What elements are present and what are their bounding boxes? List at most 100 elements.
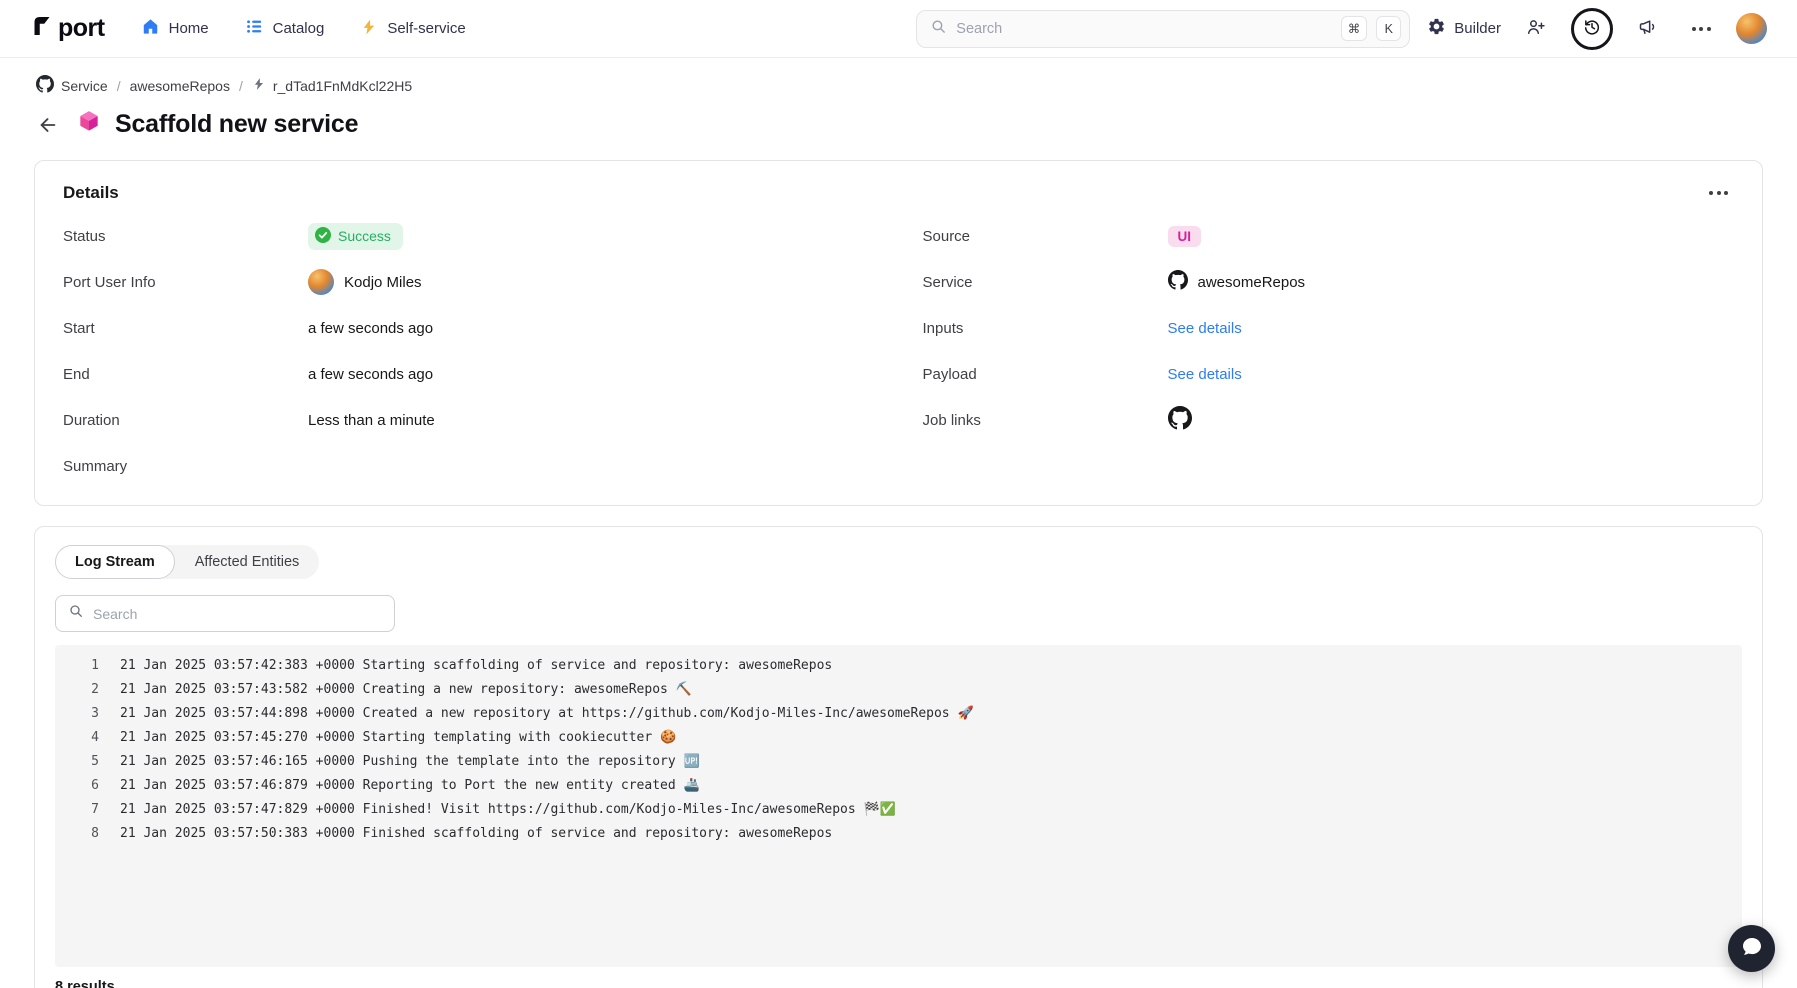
log-search[interactable] <box>55 595 395 632</box>
job-link-github-icon[interactable] <box>1168 406 1192 434</box>
log-line-number: 1 <box>55 654 99 678</box>
detail-label: Inputs <box>923 320 1168 337</box>
detail-row-job-links: Job links <box>923 397 1735 443</box>
log-line-number: 5 <box>55 750 99 774</box>
breadcrumb-service[interactable]: Service <box>36 75 108 96</box>
log-line: 121 Jan 2025 03:57:42:383 +0000 Starting… <box>55 654 1742 678</box>
log-line-text: 21 Jan 2025 03:57:46:879 +0000 Reporting… <box>99 774 700 798</box>
log-line-text: 21 Jan 2025 03:57:47:829 +0000 Finished!… <box>99 798 896 822</box>
port-logo[interactable]: port <box>30 14 105 43</box>
log-line-text: 21 Jan 2025 03:57:43:582 +0000 Creating … <box>99 678 692 702</box>
results-count: 8 results <box>55 979 1742 988</box>
user-info-name: Kodjo Miles <box>344 274 422 291</box>
tab-log-stream[interactable]: Log Stream <box>55 545 175 579</box>
ellipsis-icon <box>1709 191 1728 195</box>
home-icon <box>141 17 160 40</box>
nav-item-label: Home <box>169 20 209 37</box>
detail-label: Payload <box>923 366 1168 383</box>
page-header: Scaffold new service <box>0 96 1797 140</box>
github-icon <box>36 75 54 96</box>
lightning-icon <box>360 18 378 40</box>
log-stream-output[interactable]: 121 Jan 2025 03:57:42:383 +0000 Starting… <box>55 645 1742 967</box>
nav-item-home[interactable]: Home <box>141 17 209 40</box>
log-line: 221 Jan 2025 03:57:43:582 +0000 Creating… <box>55 678 1742 702</box>
breadcrumb-entity[interactable]: awesomeRepos <box>130 78 230 94</box>
nav-item-catalog[interactable]: Catalog <box>245 17 325 40</box>
details-left-column: Status Success Port User Info <box>63 213 875 489</box>
log-line-number: 3 <box>55 702 99 726</box>
builder-label: Builder <box>1454 20 1501 37</box>
log-line: 621 Jan 2025 03:57:46:879 +0000 Reportin… <box>55 774 1742 798</box>
details-more-button[interactable] <box>1703 185 1734 201</box>
detail-row-source: Source UI <box>923 213 1735 259</box>
port-logo-text: port <box>58 14 105 43</box>
breadcrumb-run-label: r_dTad1FnMdKcl22H5 <box>273 78 412 94</box>
search-input[interactable] <box>956 21 1332 37</box>
megaphone-icon <box>1638 17 1658 40</box>
detail-label: Duration <box>63 412 308 429</box>
log-line-text: 21 Jan 2025 03:57:45:270 +0000 Starting … <box>99 726 676 750</box>
announcements-button[interactable] <box>1630 11 1666 47</box>
log-tabs: Log Stream Affected Entities <box>55 545 319 579</box>
log-line: 321 Jan 2025 03:57:44:898 +0000 Created … <box>55 702 1742 726</box>
back-button[interactable] <box>33 110 63 140</box>
detail-row-duration: Duration Less than a minute <box>63 397 875 443</box>
builder-button[interactable]: Builder <box>1427 17 1501 40</box>
detail-label: Summary <box>63 458 308 475</box>
log-line-text: 21 Jan 2025 03:57:46:165 +0000 Pushing t… <box>99 750 700 774</box>
log-line-number: 7 <box>55 798 99 822</box>
search-icon <box>68 603 84 624</box>
runs-history-button[interactable] <box>1571 8 1613 50</box>
user-info-avatar <box>308 269 334 295</box>
log-line-number: 8 <box>55 822 99 846</box>
app-window: port Home Catalog Self-service <box>0 0 1797 988</box>
log-line-number: 6 <box>55 774 99 798</box>
log-line-text: 21 Jan 2025 03:57:44:898 +0000 Created a… <box>99 702 974 726</box>
page-title: Scaffold new service <box>115 110 358 139</box>
ellipsis-icon <box>1692 27 1711 31</box>
log-line: 521 Jan 2025 03:57:46:165 +0000 Pushing … <box>55 750 1742 774</box>
detail-value: a few seconds ago <box>308 320 433 337</box>
log-search-input[interactable] <box>93 606 382 622</box>
detail-row-summary: Summary <box>63 443 875 489</box>
breadcrumb-entity-label: awesomeRepos <box>130 78 230 94</box>
cmd-key: ⌘ <box>1341 16 1368 41</box>
breadcrumb-service-label: Service <box>61 78 108 94</box>
catalog-icon <box>245 17 264 40</box>
detail-row-status: Status Success <box>63 213 875 259</box>
breadcrumb-run[interactable]: r_dTad1FnMdKcl22H5 <box>252 77 412 94</box>
log-line-number: 2 <box>55 678 99 702</box>
log-line: 821 Jan 2025 03:57:50:383 +0000 Finished… <box>55 822 1742 846</box>
log-line: 421 Jan 2025 03:57:45:270 +0000 Starting… <box>55 726 1742 750</box>
top-navbar: port Home Catalog Self-service <box>0 0 1797 58</box>
chat-widget-button[interactable] <box>1728 925 1775 972</box>
service-name: awesomeRepos <box>1198 274 1306 291</box>
details-right-column: Source UI Service awesomeRepos Inpu <box>923 213 1735 489</box>
invite-user-button[interactable] <box>1518 11 1554 47</box>
log-line-text: 21 Jan 2025 03:57:50:383 +0000 Finished … <box>99 822 832 846</box>
user-avatar[interactable] <box>1736 13 1767 44</box>
details-title: Details <box>63 183 119 203</box>
detail-label: Service <box>923 274 1168 291</box>
global-search[interactable]: ⌘ K <box>916 10 1410 48</box>
detail-label: End <box>63 366 308 383</box>
payload-see-details-link[interactable]: See details <box>1168 366 1242 383</box>
log-line: 721 Jan 2025 03:57:47:829 +0000 Finished… <box>55 798 1742 822</box>
history-icon <box>1582 17 1602 40</box>
run-lightning-icon <box>252 77 266 94</box>
detail-row-end: End a few seconds ago <box>63 351 875 397</box>
nav-item-label: Self-service <box>387 20 465 37</box>
action-cube-icon <box>76 109 102 140</box>
more-options-button[interactable] <box>1683 11 1719 47</box>
person-plus-icon <box>1526 17 1546 40</box>
detail-label: Status <box>63 228 308 245</box>
log-line-text: 21 Jan 2025 03:57:42:383 +0000 Starting … <box>99 654 832 678</box>
detail-label: Port User Info <box>63 274 308 291</box>
tab-affected-entities[interactable]: Affected Entities <box>175 545 320 579</box>
inputs-see-details-link[interactable]: See details <box>1168 320 1242 337</box>
nav-item-self-service[interactable]: Self-service <box>360 18 465 40</box>
log-line-number: 4 <box>55 726 99 750</box>
k-key: K <box>1376 16 1401 41</box>
source-badge: UI <box>1168 226 1202 247</box>
detail-row-service: Service awesomeRepos <box>923 259 1735 305</box>
